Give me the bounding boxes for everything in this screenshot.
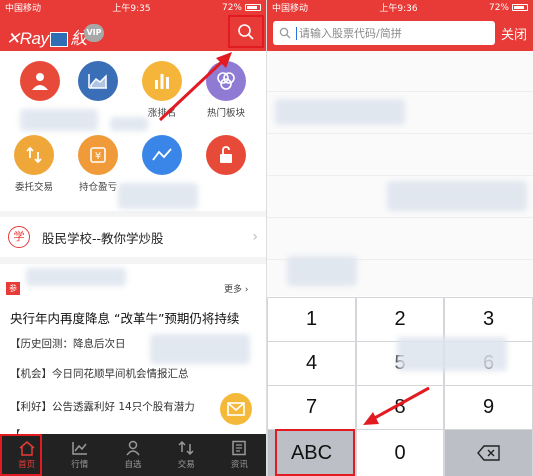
search-button[interactable]: [228, 15, 264, 48]
blurred-region: [26, 268, 126, 286]
news-item[interactable]: 【机会】今日同花顺早间机会情报汇总: [10, 366, 189, 381]
transfer-icon: [178, 440, 194, 456]
mail-icon[interactable]: [220, 393, 252, 425]
more-link[interactable]: 更多 ›: [224, 282, 248, 295]
search-icon: [279, 27, 291, 39]
news-headline[interactable]: 央行年内再度降息 “改革牛”预期仍将持续: [10, 308, 239, 327]
market-icon: [72, 442, 87, 455]
blurred-region: [387, 181, 527, 211]
trade-icon: [14, 135, 54, 175]
key-9[interactable]: 9: [445, 386, 532, 429]
vip-badge[interactable]: VIP: [84, 24, 104, 42]
line-chart-icon: [142, 135, 182, 175]
news-tag-badge: 参: [6, 282, 20, 295]
shortcut-line-chart[interactable]: [132, 135, 192, 179]
home-tab-highlight: [0, 434, 42, 476]
app-logo: ✕Ray 紋: [6, 29, 87, 48]
logo-box-icon: [50, 32, 69, 48]
user-icon: [20, 61, 60, 101]
time-text: 上午9:36: [379, 4, 418, 14]
school-label: 股民学校--教你学炒股: [42, 230, 164, 246]
blurred-region: [275, 99, 405, 125]
delete-key[interactable]: [445, 430, 532, 476]
search-placeholder: 请输入股票代码/简拼: [299, 27, 402, 40]
carrier-text: 中国移动: [5, 4, 42, 14]
tab-trade[interactable]: 交易: [160, 434, 213, 476]
blurred-region: [150, 334, 250, 364]
news-item[interactable]: 【历史回测：降息后次日: [10, 336, 126, 351]
bar-chart-icon: [142, 61, 182, 101]
news-icon: [232, 440, 247, 456]
close-button[interactable]: 关闭: [501, 24, 527, 43]
shortcut-hot-sector[interactable]: 热门板块: [196, 61, 256, 119]
key-4[interactable]: 4: [268, 342, 355, 385]
right-screen: 中国移动 上午9:36 72% 请输入股票代码/简拼 关闭 1 2 3 4 5 …: [267, 0, 533, 476]
shortcut-grid: 涨排名 热门板块 委托交易 ¥ 持仓盈亏: [0, 51, 266, 211]
blurred-region: [110, 117, 148, 131]
tab-watchlist[interactable]: 自选: [106, 434, 159, 476]
time-text: 上午9:35: [112, 4, 151, 14]
shortcut-user[interactable]: [10, 61, 70, 105]
stock-search-input[interactable]: 请输入股票代码/简拼: [273, 21, 495, 45]
app-header: ✕Ray 紋 VIP: [0, 15, 266, 51]
backspace-icon: [476, 445, 500, 461]
shortcut-unlock[interactable]: [196, 135, 256, 179]
chart-icon: [78, 61, 118, 101]
blurred-region: [20, 109, 98, 131]
blurred-region: [287, 256, 357, 286]
key-1[interactable]: 1: [268, 298, 355, 341]
key-0[interactable]: 0: [357, 430, 443, 476]
battery-percent: 72%: [488, 2, 509, 13]
left-screen: 中国移动 上午9:35 72% ✕Ray 紋 VIP 涨排名 热门板块 委托交易…: [0, 0, 266, 476]
stock-school-row[interactable]: 学 股民学校--教你学炒股 ›: [0, 217, 266, 257]
status-bar: 中国移动 上午9:35 72%: [0, 0, 266, 15]
key-7[interactable]: 7: [268, 386, 355, 429]
key-8[interactable]: 8: [357, 386, 443, 429]
shortcut-trade[interactable]: 委托交易: [4, 135, 64, 193]
key-2[interactable]: 2: [357, 298, 443, 341]
news-section: 参 更多 › 央行年内再度降息 “改革牛”预期仍将持续 【历史回测：降息后次日 …: [0, 264, 266, 441]
blurred-region: [118, 183, 198, 209]
search-header: 请输入股票代码/简拼 关闭: [267, 15, 533, 51]
status-bar: 中国移动 上午9:36 72%: [267, 0, 533, 15]
key-3[interactable]: 3: [445, 298, 532, 341]
watchlist-icon: [126, 440, 140, 456]
news-item[interactable]: 【利好】公告透露利好 14只个股有潜力: [10, 399, 195, 414]
search-icon: [238, 23, 254, 40]
wallet-icon: ¥: [78, 135, 118, 175]
tab-news[interactable]: 资讯: [213, 434, 266, 476]
battery-icon: [245, 4, 261, 11]
battery-percent: 72%: [221, 2, 242, 13]
chevron-right-icon: ›: [252, 229, 258, 245]
shortcut-ranking[interactable]: 涨排名: [132, 61, 192, 119]
search-results-area: [267, 51, 533, 296]
battery-icon: [512, 4, 528, 11]
blurred-region: [397, 337, 507, 371]
tab-market[interactable]: 行情: [53, 434, 106, 476]
school-badge-icon: 学: [8, 226, 30, 248]
logo-x-icon: ✕: [6, 29, 20, 48]
unlock-icon: [206, 135, 246, 175]
svg-text:¥: ¥: [95, 151, 101, 162]
shortcut-chart[interactable]: [68, 61, 128, 105]
carrier-text: 中国移动: [272, 4, 309, 14]
abc-key-highlight: [275, 429, 355, 476]
text-cursor: [296, 26, 297, 40]
hot-sector-icon: [206, 61, 246, 101]
